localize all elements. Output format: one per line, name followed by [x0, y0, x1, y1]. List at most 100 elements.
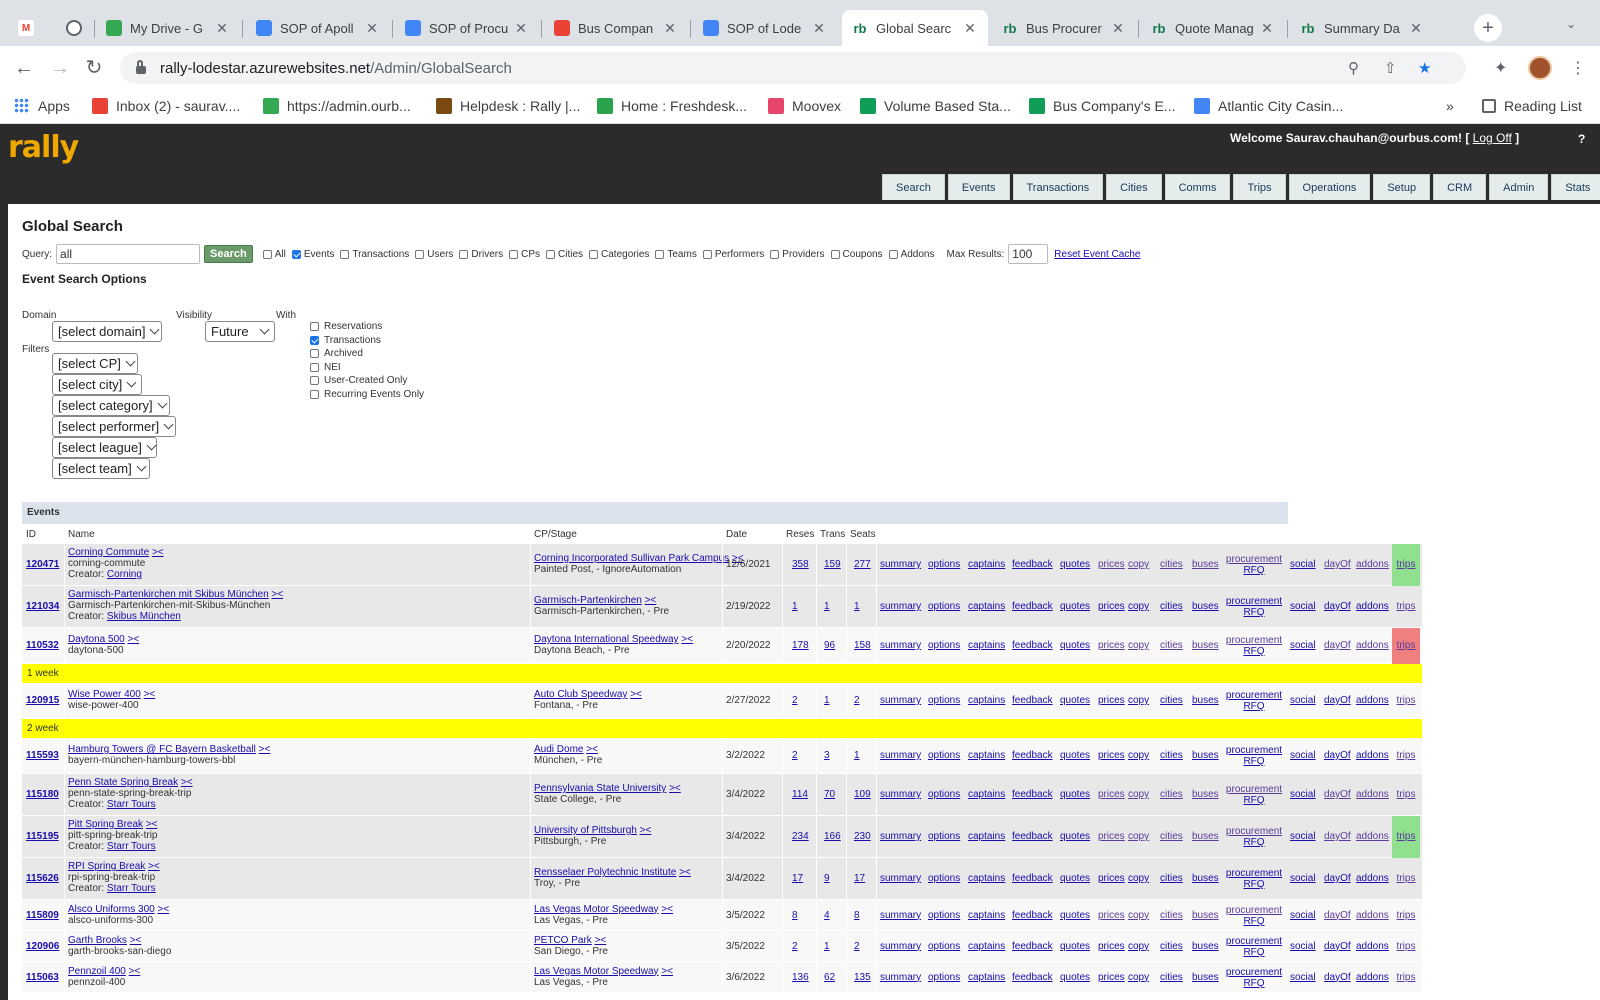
action-buses[interactable]: buses — [1192, 910, 1219, 921]
checkbox[interactable] — [310, 322, 319, 331]
action-options[interactable]: options — [928, 972, 960, 983]
action-feedback[interactable]: feedback — [1012, 873, 1053, 884]
cp-link[interactable]: Corning Incorporated Sullivan Park Campu… — [534, 553, 729, 564]
action-buses[interactable]: buses — [1192, 559, 1219, 570]
action-cities[interactable]: cities — [1160, 941, 1183, 952]
action-addons[interactable]: addons — [1356, 601, 1389, 612]
event-name-link[interactable]: Garmisch-Partenkirchen mit Skibus Münche… — [68, 589, 269, 600]
filter-select[interactable]: [select performer] — [52, 416, 176, 437]
procurement-rfq-link[interactable]: procurement RFQ — [1224, 554, 1284, 576]
browser-tab[interactable]: SOP of Apoll ✕ — [246, 10, 390, 46]
bookmark-item[interactable]: https://admin.ourb... — [263, 98, 411, 114]
action-prices[interactable]: prices — [1098, 750, 1125, 761]
event-name-link[interactable]: Daytona 500 — [68, 634, 125, 645]
seats-link[interactable]: 2 — [854, 941, 860, 952]
action-summary[interactable]: summary — [880, 972, 921, 983]
event-name-link[interactable]: Garth Brooks — [68, 935, 127, 946]
checkbox[interactable] — [310, 349, 319, 359]
seats-link[interactable]: 1 — [854, 750, 860, 761]
checkbox[interactable] — [310, 362, 319, 372]
reses-link[interactable]: 114 — [792, 789, 808, 800]
action-cities[interactable]: cities — [1160, 601, 1183, 612]
action-addons[interactable]: addons — [1356, 695, 1389, 706]
action-prices[interactable]: prices — [1098, 559, 1125, 570]
trans-link[interactable]: 62 — [824, 972, 835, 983]
edit-icon[interactable]: >< — [661, 904, 673, 915]
action-copy[interactable]: copy — [1128, 750, 1149, 761]
edit-icon[interactable]: >< — [661, 966, 673, 977]
edit-icon[interactable]: >< — [152, 547, 164, 558]
action-addons[interactable]: addons — [1356, 750, 1389, 761]
reses-link[interactable]: 1 — [792, 601, 798, 612]
close-icon[interactable]: ✕ — [513, 20, 529, 37]
bookmarks-overflow-icon[interactable]: » — [1446, 98, 1454, 114]
tab-search-icon[interactable]: ⌄ — [1566, 17, 1576, 31]
action-cities[interactable]: cities — [1160, 910, 1183, 921]
event-name-link[interactable]: Wise Power 400 — [68, 689, 141, 700]
action-addons[interactable]: addons — [1356, 831, 1389, 842]
procurement-rfq-link[interactable]: procurement RFQ — [1224, 745, 1284, 767]
trans-link[interactable]: 4 — [824, 910, 830, 921]
action-captains[interactable]: captains — [968, 640, 1005, 651]
browser-tab[interactable] — [56, 10, 92, 46]
checkbox-performers[interactable] — [702, 249, 712, 259]
cp-link[interactable]: PETCO Park — [534, 935, 592, 946]
action-buses[interactable]: buses — [1192, 831, 1219, 842]
action-buses[interactable]: buses — [1192, 601, 1219, 612]
seats-link[interactable]: 277 — [854, 559, 871, 570]
action-social[interactable]: social — [1290, 559, 1316, 570]
browser-tab[interactable]: rb Bus Procurer ✕ — [992, 10, 1136, 46]
action-captains[interactable]: captains — [968, 831, 1005, 842]
filter-select[interactable]: [select league] — [52, 437, 157, 458]
action-social[interactable]: social — [1290, 695, 1316, 706]
action-options[interactable]: options — [928, 789, 960, 800]
reses-link[interactable]: 358 — [792, 559, 809, 570]
with-option[interactable]: Recurring Events Only — [310, 389, 424, 400]
creator-link[interactable]: Skibus München — [107, 611, 181, 622]
with-option[interactable]: NEI — [310, 362, 341, 373]
action-captains[interactable]: captains — [968, 601, 1005, 612]
browser-tab[interactable]: M — [8, 10, 52, 46]
checkbox-drivers[interactable] — [459, 249, 469, 259]
action-prices[interactable]: prices — [1098, 941, 1125, 952]
nav-tab-trips[interactable]: Trips — [1233, 174, 1286, 200]
procurement-rfq-link[interactable]: procurement RFQ — [1224, 868, 1284, 890]
action-summary[interactable]: summary — [880, 750, 921, 761]
action-copy[interactable]: copy — [1128, 831, 1149, 842]
action-addons[interactable]: addons — [1356, 559, 1389, 570]
help-link[interactable]: ? — [1578, 132, 1585, 146]
action-addons[interactable]: addons — [1356, 873, 1389, 884]
search-button[interactable]: Search — [204, 245, 253, 263]
action-captains[interactable]: captains — [968, 559, 1005, 570]
action-prices[interactable]: prices — [1098, 695, 1125, 706]
close-icon[interactable]: ✕ — [364, 20, 380, 37]
action-trips[interactable]: trips — [1397, 972, 1416, 983]
action-addons[interactable]: addons — [1356, 640, 1389, 651]
edit-icon[interactable]: >< — [130, 935, 142, 946]
seats-link[interactable]: 158 — [854, 640, 871, 651]
action-cities[interactable]: cities — [1160, 695, 1183, 706]
action-social[interactable]: social — [1290, 640, 1316, 651]
action-cities[interactable]: cities — [1160, 873, 1183, 884]
reset-event-cache-link[interactable]: Reset Event Cache — [1054, 249, 1140, 260]
cp-link[interactable]: Auto Club Speedway — [534, 689, 627, 700]
edit-icon[interactable]: >< — [640, 825, 652, 836]
action-dayof[interactable]: dayOf — [1324, 941, 1351, 952]
event-id-link[interactable]: 121034 — [26, 601, 59, 612]
action-buses[interactable]: buses — [1192, 972, 1219, 983]
action-social[interactable]: social — [1290, 789, 1316, 800]
filter-select[interactable]: [select team] — [52, 458, 150, 479]
action-summary[interactable]: summary — [880, 559, 921, 570]
action-cities[interactable]: cities — [1160, 972, 1183, 983]
cp-link[interactable]: Audi Dome — [534, 744, 583, 755]
edit-icon[interactable]: >< — [157, 904, 169, 915]
checkbox-users[interactable] — [415, 249, 425, 259]
action-prices[interactable]: prices — [1098, 640, 1125, 651]
edit-icon[interactable]: >< — [645, 595, 657, 606]
nav-tab-transactions[interactable]: Transactions — [1012, 174, 1104, 200]
checkbox-cities[interactable] — [546, 249, 555, 259]
action-buses[interactable]: buses — [1192, 640, 1219, 651]
filter-select[interactable]: [select CP] — [52, 353, 138, 374]
action-addons[interactable]: addons — [1356, 972, 1389, 983]
event-id-link[interactable]: 115063 — [26, 972, 59, 983]
